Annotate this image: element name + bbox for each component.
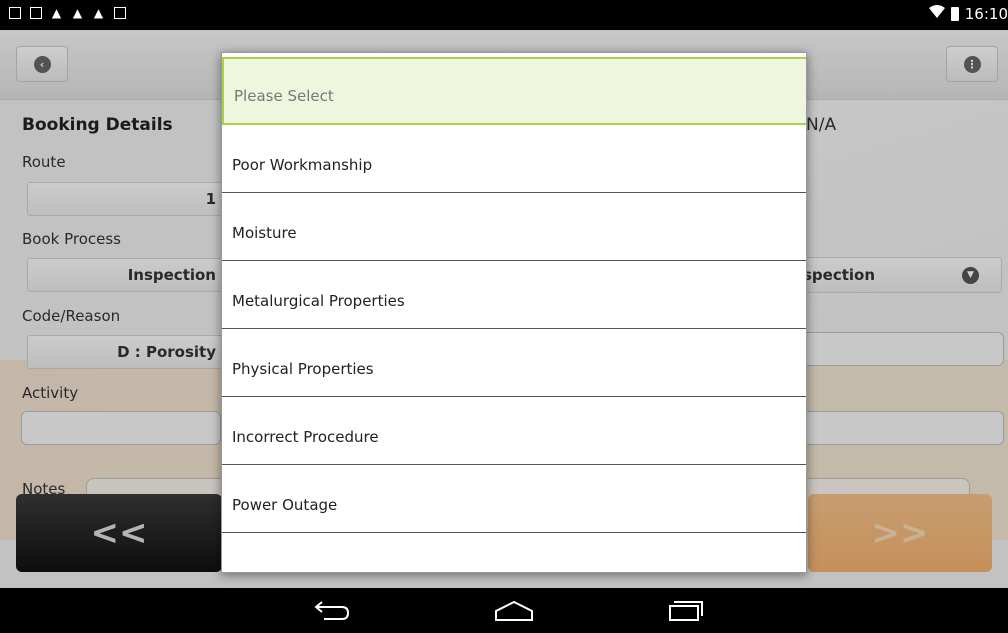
option-power-outage[interactable]: Power Outage [222,465,806,533]
option-please-select[interactable]: Please Select [222,57,806,125]
option-incorrect-procedure[interactable]: Incorrect Procedure [222,397,806,465]
image-icon [29,5,42,21]
option-physical-properties[interactable]: Physical Properties [222,329,806,397]
battery-icon [950,7,959,21]
shopping-bag-icon [113,5,126,21]
option-partially-visible[interactable] [222,533,806,572]
wifi-icon [928,5,945,23]
warning-icon: ▲ [51,6,62,20]
warning-icon: ▲ [72,6,83,20]
home-icon[interactable] [494,600,534,626]
status-bar: ▲ ▲ ▲ 16:10 [0,0,1008,30]
option-moisture[interactable]: Moisture [222,193,806,261]
notification-icons: ▲ ▲ ▲ [8,5,126,21]
reason-dropdown-list: Please Select Poor Workmanship Moisture … [221,52,807,573]
option-poor-workmanship[interactable]: Poor Workmanship [222,125,806,193]
recent-apps-icon[interactable] [668,600,704,626]
download-icon [8,5,21,21]
option-metalurgical-properties[interactable]: Metalurgical Properties [222,261,806,329]
warning-icon: ▲ [93,6,104,20]
status-right: 16:10 [928,5,1008,23]
back-arrow-icon[interactable] [312,598,352,626]
status-time: 16:10 [964,5,1008,23]
system-nav-bar [0,588,1008,633]
screen: ▲ ▲ ▲ 16:10 ‹ ⋮ Booking Details N/A Rout… [0,0,1008,633]
